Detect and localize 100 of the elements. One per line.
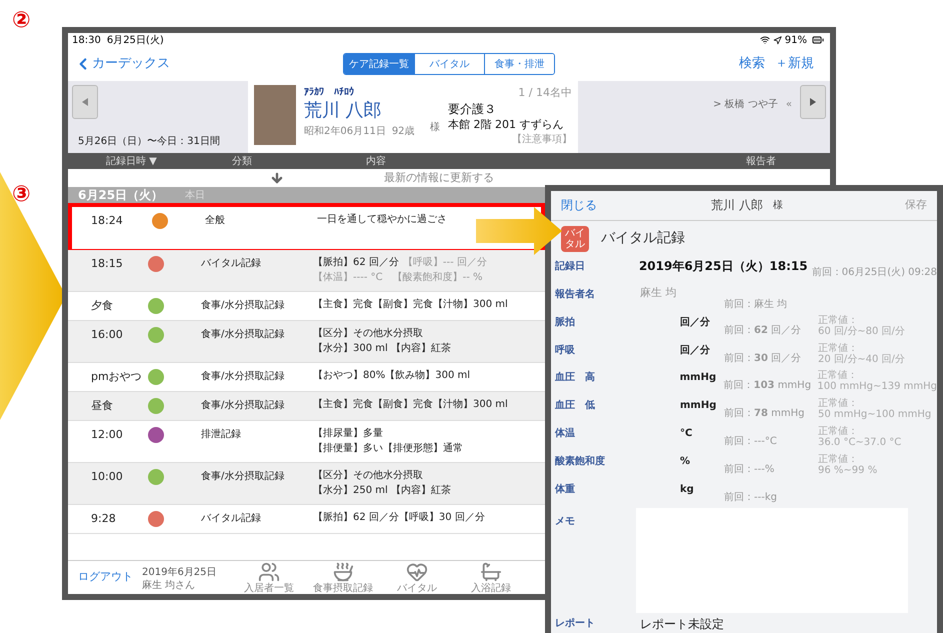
login-date: 2019年6月25日 [142,566,218,580]
age-text: 92歳 [392,124,415,139]
resident-name: 荒川 八郎 [304,100,382,122]
status-time: 18:30 [72,34,101,48]
left-triangle-icon [82,98,88,106]
logout-link[interactable]: ログアウト [78,569,142,586]
record-row[interactable]: 16:00 食事/水分摂取記録 【区分】その他水分摂取 【水分】300 ml 【内容】紅茶 [68,321,545,363]
previous-button[interactable] [72,85,98,119]
record-row[interactable]: 昼食 食事/水分摂取記録 【主食】完食【副食】完食【汁物】300 ml [68,392,545,421]
back-link[interactable]: カーデックス [74,54,274,74]
record-category: 食事/水分摂取記録 [201,328,286,342]
panel-title: 荒川 八郎 [711,197,763,214]
record-content: 一日を通して穏やかに過ごさ [317,213,447,227]
nav-action-link[interactable]: 検索 [739,54,765,74]
status-date: 6月25日(火) [106,34,164,48]
segment-tab[interactable]: 食事・排泄 [484,54,554,74]
record-category: 食事/水分摂取記録 [201,398,286,413]
previous-value: 前回：78 mmHg [724,407,806,422]
record-time: 12:00 [90,427,124,442]
tab-bar-item[interactable]: バイタル [380,561,454,594]
record-time: 10:00 [90,469,124,484]
record-row[interactable]: 18:24 全般 一日を通して穏やかに過ごさ [68,203,545,250]
tab-bar-item[interactable]: 食事摂取記録 [306,561,380,594]
record-content: 【排尿量】多量 [313,427,383,441]
previous-value: 前回：62 回／分 [724,324,802,338]
record-content: 【主食】完食【副食】完食【汁物】300 ml [313,398,508,412]
step-marker: ② [12,7,31,35]
record-content: 【脈拍】62 回／分 [313,256,399,270]
previous-value: 前回：---% [724,463,776,478]
record-time: 16:00 [90,327,124,342]
next-resident-name: > 板橋 つや子 [713,98,778,112]
record-date-value: 2019年6月25日（火）18:15 [638,258,809,275]
record-time: 18:24 [90,213,124,228]
record-category: 排泄記録 [201,428,242,442]
previous-value: 前回：麻生 均 [724,298,788,312]
right-triangle-icon [810,98,816,106]
record-content: 【主食】完食【副食】完食【汁物】300 ml [313,298,508,312]
birth-date: 昭和2年06月11日 [304,124,386,139]
heart-pulse-icon [406,561,428,583]
record-category: 食事/水分摂取記録 [201,298,286,313]
battery-icon [810,34,826,46]
record-time: 18:15 [90,256,124,271]
previous-value: 前回：30 回／分 [724,352,802,366]
unit-text: % [679,455,692,470]
close-link[interactable]: 閉じる [561,196,711,214]
record-row[interactable]: 18:15 バイタル記録 【脈拍】62 回／分 【呼吸】--- 回／分 【体温】---- °C 【酸素飽和度】-- % [68,250,545,292]
field-label: 脈拍 [555,316,576,330]
care-level: 要介護３ [448,102,496,116]
battery-percent: 91% [784,34,807,48]
normal-range: 正常値： 36.0 °C~37.0 °C [818,424,902,448]
normal-range: 正常値： 60 回/分~80 回/分 [818,314,905,337]
name-kana: ｱﾗｶﾜ ﾊﾁﾛｳ [304,86,355,100]
record-content: 【体温】---- °C 【酸素飽和度】-- % [313,271,482,285]
unit-text: 回／分 [679,344,711,358]
honorific-text: 様 [772,198,783,213]
previous-value: 前回：06月25日(火) 09:28 [812,266,937,280]
field-label: 体重 [555,482,576,498]
next-mark: « [786,98,792,112]
wifi-icon [760,35,770,45]
unit-text: mmHg [678,371,718,386]
next-button[interactable] [800,85,826,119]
normal-range: 正常値： 50 mmHg~100 mmHg [818,396,932,420]
field-label: 酸素飽和度 [555,454,606,470]
down-arrow-icon [270,171,284,185]
position-count: 1 / 14名中 [518,85,572,101]
nav-action-link[interactable]: ＋新規 [775,54,814,74]
bath-icon [480,561,502,583]
field-label: 体温 [555,426,576,442]
record-time: 夕食 [90,298,114,313]
field-label: レポート [555,617,596,632]
record-category: バイタル記録 [201,256,262,271]
record-content: 【呼吸】--- 回／分 [402,256,487,270]
unit-text: °C [679,427,694,442]
column-header[interactable]: 記録日時 ▼ [68,154,228,168]
previous-value: 前回：103 mmHg [724,379,812,394]
honorific-text: 様 [430,120,440,135]
field-label: 血圧 高 [555,370,596,386]
record-content: 【排便量】多い【排便形態】通常 [313,442,463,456]
column-header: 分類 [231,154,253,168]
column-header: 内容 [365,154,387,168]
report-value: レポート未設定 [640,616,724,633]
tab-bar-item[interactable]: 入居者一覧 [232,561,306,594]
record-category: 食事/水分摂取記録 [201,470,286,484]
login-user: 麻生 均さん [142,580,196,590]
record-content: 【脈拍】62 回／分【呼吸】30 回／分 [313,511,485,525]
previous-value: 前回：---kg [724,491,778,506]
record-row[interactable]: 10:00 食事/水分摂取記録 【区分】その他水分摂取 【水分】250 ml 【内容】紅茶 [68,463,545,505]
bowl-icon [332,561,354,583]
tab-bar-item[interactable]: 入浴記録 [454,561,528,594]
record-time: pmおやつ [90,369,143,384]
record-content: 【区分】その他水分摂取 [313,327,423,341]
notes-link[interactable]: 【注意事項】 [512,132,572,146]
refresh-link[interactable]: 最新の情報に更新する [384,170,494,186]
photo-placeholder [254,85,296,145]
field-label: 記録日 [555,260,586,274]
record-heading: バイタル記録 [601,229,685,248]
previous-value: 前回：---°C [724,435,778,450]
normal-range: 正常値： 100 mmHg~139 mmHg [817,368,937,392]
room-text: 本館 2階 201 すずらん [448,116,564,132]
segment-tab[interactable]: ケア記録一覧 [344,54,414,74]
